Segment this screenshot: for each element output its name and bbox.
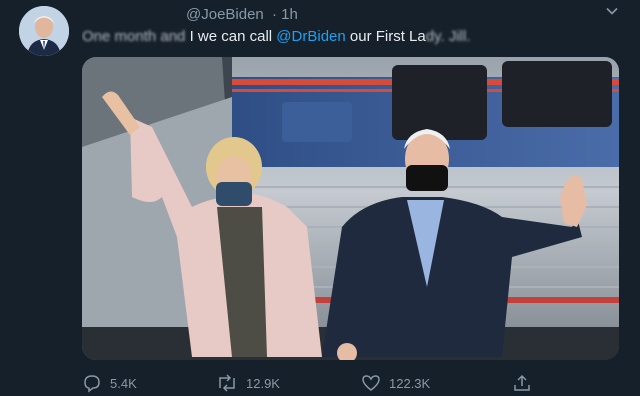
text-obscured-start: One month and (82, 28, 186, 45)
retweet-icon (219, 374, 235, 392)
reply-button[interactable]: 5.4K (82, 372, 137, 394)
share-button[interactable] (512, 372, 540, 394)
avatar[interactable] (19, 6, 69, 56)
reply-icon (84, 375, 100, 393)
like-count: 122.3K (389, 375, 431, 391)
train-photo (82, 57, 619, 360)
text-mid: I we can call (189, 28, 277, 45)
share-icon (514, 374, 530, 391)
separator-dot: · (271, 6, 277, 23)
text-obscured-end: dy. Jill. (425, 28, 471, 45)
text-end: our First La (345, 28, 426, 45)
tweet-actions: 5.4K 12.9K 122.3K (82, 372, 622, 394)
mention-link[interactable]: @DrBiden (276, 28, 345, 45)
chevron-down-icon[interactable] (605, 4, 619, 18)
heart-icon (362, 375, 380, 391)
tweet-photo[interactable] (82, 57, 619, 360)
avatar-image (19, 6, 69, 56)
tweet-time[interactable]: 1h (281, 6, 298, 23)
retweet-count: 12.9K (246, 375, 280, 391)
like-button[interactable]: 122.3K (361, 372, 430, 394)
retweet-button[interactable]: 12.9K (216, 372, 280, 394)
tweet-text: One month and I we can call @DrBiden our… (82, 28, 622, 48)
tweet[interactable]: @JoeBiden · 1h One month and I we can ca… (0, 0, 640, 396)
reply-count: 5.4K (110, 375, 137, 391)
tweet-header: @JoeBiden · 1h (186, 6, 298, 24)
author-handle[interactable]: @JoeBiden (186, 6, 264, 23)
